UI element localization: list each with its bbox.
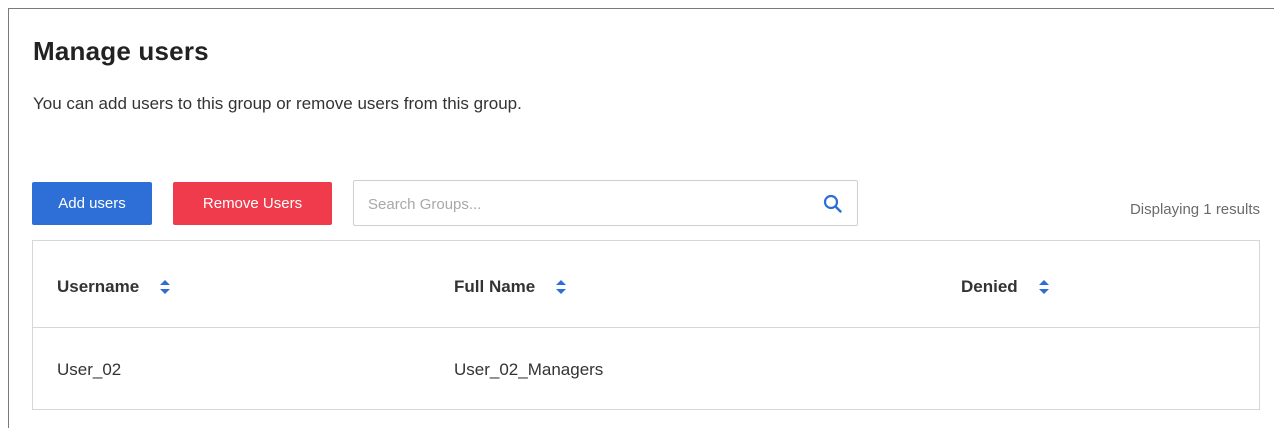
sort-icon[interactable] <box>1038 278 1050 296</box>
cell-full-name: User_02_Managers <box>454 360 604 379</box>
search-box <box>353 180 858 226</box>
page-title: Manage users <box>33 36 209 66</box>
results-count: Displaying 1 results <box>1129 201 1260 218</box>
table-row[interactable]: User_02 User_02_Managers <box>33 328 1259 410</box>
column-header-label: Username <box>57 277 140 296</box>
search-icon[interactable] <box>822 193 844 215</box>
cell-username: User_02 <box>57 360 122 379</box>
remove-users-button[interactable]: Remove Users <box>173 182 332 225</box>
column-header-denied[interactable]: Denied <box>961 277 1050 297</box>
table-header: Username Full Name Denied <box>33 241 1259 328</box>
users-table: Username Full Name Denied User_02 User_0… <box>32 240 1260 410</box>
search-input[interactable] <box>366 191 810 217</box>
sort-icon[interactable] <box>159 278 171 296</box>
page-description: You can add users to this group or remov… <box>33 94 522 113</box>
column-header-label: Denied <box>961 277 1018 296</box>
column-header-label: Full Name <box>454 277 536 296</box>
sort-icon[interactable] <box>555 278 567 296</box>
column-header-full-name[interactable]: Full Name <box>454 277 567 297</box>
add-users-button[interactable]: Add users <box>32 182 152 225</box>
column-header-username[interactable]: Username <box>57 277 171 297</box>
